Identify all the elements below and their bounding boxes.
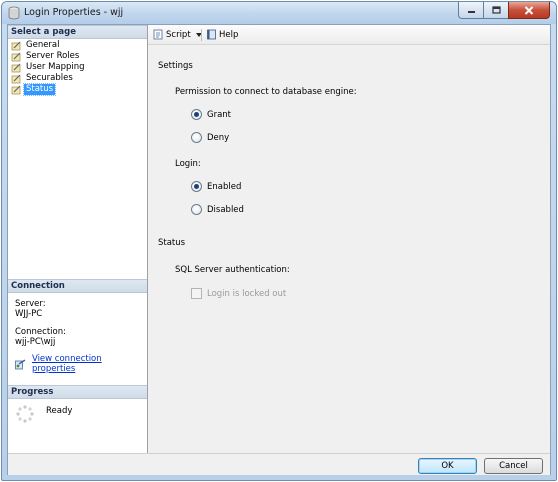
dialog-client-area: Select a page General Server Roles User … (7, 24, 551, 475)
connection-value: wjj-PC\wjj (15, 337, 56, 347)
server-label: Server: (15, 299, 46, 309)
window-title: Login Properties - wjj (24, 7, 124, 18)
locked-out-checkbox[interactable]: Login is locked out (191, 288, 286, 299)
database-icon (8, 6, 20, 20)
toolbar-separator (201, 29, 202, 41)
wrench-page-icon (11, 52, 21, 61)
disabled-label: Disabled (207, 204, 244, 215)
script-icon (153, 29, 163, 40)
progress-spinner-icon (16, 405, 34, 423)
close-button[interactable] (508, 2, 550, 19)
connection-label: Connection: (15, 327, 66, 337)
locked-out-label: Login is locked out (207, 288, 287, 299)
nav-item-user-mapping[interactable]: User Mapping (11, 62, 87, 73)
maximize-icon (491, 6, 501, 14)
nav-item-securables[interactable]: Securables (11, 73, 75, 84)
help-button[interactable]: Help (206, 29, 238, 40)
nav-item-label: General (26, 40, 60, 50)
disabled-radio[interactable]: Disabled (191, 204, 244, 215)
title-bar[interactable]: Login Properties - wjj (2, 2, 556, 24)
grant-radio-button[interactable] (191, 109, 202, 120)
nav-item-label: Server Roles (26, 51, 80, 61)
page-selector-pane: Select a page General Server Roles User … (8, 25, 148, 453)
login-properties-window: Login Properties - wjj Select a page Gen… (1, 1, 557, 481)
wrench-page-icon (11, 41, 21, 50)
locked-out-checkbox-box[interactable] (191, 288, 202, 299)
close-icon (524, 5, 534, 15)
view-connection-properties-label: View connection properties (31, 354, 102, 374)
window-controls (458, 2, 550, 19)
cancel-button[interactable]: Cancel (484, 458, 543, 474)
wrench-page-icon (11, 74, 21, 83)
progress-header: Progress (8, 385, 147, 399)
wrench-page-icon (11, 85, 21, 94)
wrench-page-icon (11, 63, 21, 72)
nav-item-label: Status (22, 83, 57, 96)
enabled-radio-button[interactable] (191, 181, 202, 192)
minimize-icon (467, 10, 475, 13)
progress-status: Ready (46, 406, 73, 416)
script-button[interactable]: Script (153, 29, 202, 40)
deny-radio[interactable]: Deny (191, 132, 229, 143)
grant-radio[interactable]: Grant (191, 109, 231, 120)
ok-button[interactable]: OK (418, 458, 477, 474)
enabled-radio[interactable]: Enabled (191, 181, 241, 192)
nav-item-label: User Mapping (26, 62, 85, 72)
status-page: Script Help Settings Permission to conne… (148, 25, 550, 453)
permission-label: Permission to connect to database engine… (175, 87, 357, 97)
select-page-header: Select a page (8, 25, 147, 39)
status-section-label: Status (158, 238, 186, 248)
view-connection-properties-link[interactable]: View connection properties (15, 354, 147, 374)
settings-section-label: Settings (158, 61, 193, 71)
nav-item-general[interactable]: General (11, 40, 62, 51)
deny-radio-button[interactable] (191, 132, 202, 143)
connection-header: Connection (8, 279, 147, 293)
minimize-button[interactable] (458, 2, 483, 19)
help-book-icon (207, 29, 216, 40)
help-label: Help (219, 29, 239, 40)
script-label: Script (166, 29, 191, 40)
sql-auth-label: SQL Server authentication: (175, 265, 290, 275)
dialog-footer: OK Cancel (8, 453, 550, 475)
nav-item-status[interactable]: Status (11, 83, 57, 96)
disabled-radio-button[interactable] (191, 204, 202, 215)
server-value: WJJ-PC (15, 309, 43, 319)
deny-label: Deny (207, 132, 230, 143)
properties-icon (15, 358, 26, 369)
login-label: Login: (175, 159, 201, 169)
nav-item-server-roles[interactable]: Server Roles (11, 51, 81, 62)
maximize-button[interactable] (483, 2, 508, 19)
enabled-label: Enabled (207, 181, 242, 192)
nav-item-label: Securables (26, 73, 73, 83)
toolbar: Script Help (148, 25, 550, 45)
grant-label: Grant (207, 109, 232, 120)
